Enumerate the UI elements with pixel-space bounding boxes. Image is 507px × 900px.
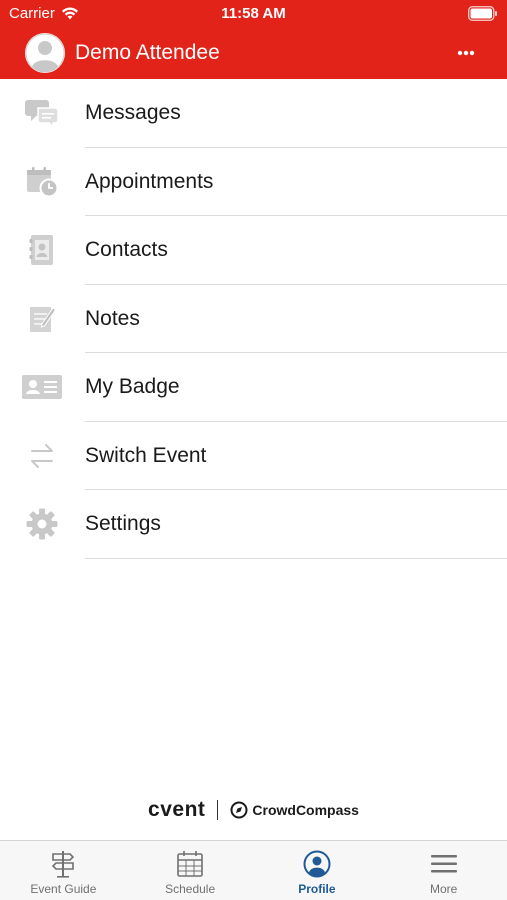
app-header: Carrier 11:58 AM Demo Attendee bbox=[0, 0, 507, 79]
tab-label: Event Guide bbox=[30, 882, 97, 896]
menu-item-switch-event[interactable]: Switch Event bbox=[0, 422, 507, 490]
menu-item-my-badge[interactable]: My Badge bbox=[0, 353, 507, 422]
tab-label: Profile bbox=[298, 882, 336, 896]
appointments-icon bbox=[20, 164, 64, 200]
user-name: Demo Attendee bbox=[75, 41, 220, 64]
menu-item-appointments[interactable]: Appointments bbox=[0, 148, 507, 216]
more-options-button[interactable] bbox=[451, 41, 481, 65]
status-time: 11:58 AM bbox=[221, 5, 286, 22]
crowdcompass-logo: CrowdCompass bbox=[230, 801, 359, 819]
signpost-icon bbox=[48, 849, 78, 879]
navigation-bar: Demo Attendee bbox=[0, 28, 507, 79]
menu-item-label: My Badge bbox=[85, 375, 180, 399]
gear-icon bbox=[20, 506, 64, 542]
menu-item-label: Settings bbox=[85, 512, 161, 536]
badge-icon bbox=[20, 369, 64, 405]
separator bbox=[85, 557, 507, 559]
avatar-person-icon bbox=[25, 33, 65, 73]
menu-item-settings[interactable]: Settings bbox=[0, 490, 507, 559]
menu-item-label: Appointments bbox=[85, 169, 214, 193]
logo-divider bbox=[217, 800, 219, 820]
profile-icon bbox=[302, 849, 332, 879]
avatar[interactable] bbox=[25, 33, 65, 73]
hamburger-icon bbox=[429, 849, 459, 879]
cvent-logo: cvent bbox=[148, 798, 206, 821]
menu-item-messages[interactable]: Messages bbox=[0, 79, 507, 148]
tab-event-guide[interactable]: Event Guide bbox=[0, 841, 127, 900]
compass-icon bbox=[230, 801, 248, 819]
notes-icon bbox=[20, 301, 64, 337]
tab-bar: Event Guide Schedule Profile More bbox=[0, 840, 507, 900]
menu-item-label: Switch Event bbox=[85, 443, 207, 467]
tab-label: Schedule bbox=[165, 882, 216, 896]
calendar-icon bbox=[175, 849, 205, 879]
switch-icon bbox=[20, 438, 64, 474]
tab-more[interactable]: More bbox=[380, 841, 507, 900]
menu-item-label: Messages bbox=[85, 101, 181, 125]
messages-icon bbox=[20, 95, 64, 131]
menu-item-label: Contacts bbox=[85, 238, 168, 262]
profile-menu: Messages Appointments Contacts Notes My … bbox=[0, 79, 507, 559]
menu-item-contacts[interactable]: Contacts bbox=[0, 216, 507, 285]
tab-label: More bbox=[429, 882, 458, 896]
ellipsis-icon bbox=[457, 50, 475, 56]
menu-item-notes[interactable]: Notes bbox=[0, 285, 507, 353]
tab-schedule[interactable]: Schedule bbox=[127, 841, 254, 900]
powered-by-logo: cvent CrowdCompass bbox=[0, 796, 507, 824]
contacts-icon bbox=[20, 232, 64, 268]
tab-profile[interactable]: Profile bbox=[254, 841, 381, 900]
menu-item-label: Notes bbox=[85, 306, 140, 330]
status-bar: Carrier 11:58 AM bbox=[0, 0, 507, 28]
battery-icon bbox=[468, 6, 497, 21]
crowdcompass-label: CrowdCompass bbox=[252, 802, 359, 818]
